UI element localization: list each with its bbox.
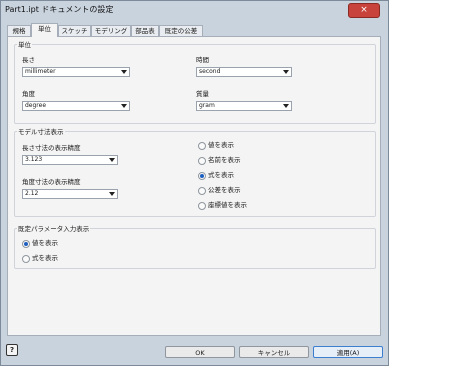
radio-label: 値を表示 [208, 141, 234, 149]
angle-label: 角度 [22, 90, 35, 98]
tab-sketch[interactable]: スケッチ [58, 25, 91, 36]
angular-precision-value: 2.12 [25, 190, 39, 197]
tab-default-tolerance[interactable]: 既定の公差 [159, 25, 203, 36]
radio-dot-selected [198, 172, 206, 180]
document-settings-window: Part1.ipt ドキュメントの設定 × 規格 単位 スケッチ モデリング 部… [0, 0, 389, 366]
apply-button[interactable]: 適用(A) [313, 346, 383, 358]
angle-unit-select[interactable]: degree [22, 101, 130, 111]
chevron-down-icon [283, 70, 289, 74]
radio-label: 値を表示 [32, 239, 58, 247]
units-tab-panel: 単位 長さ millimeter 時間 second 角度 degree 質量 … [7, 36, 381, 336]
radio-label: 座標値を表示 [208, 201, 247, 209]
time-label: 時間 [196, 56, 209, 64]
mass-unit-value: gram [199, 102, 215, 109]
mass-label: 質量 [196, 90, 209, 98]
linear-precision-value: 3.123 [25, 156, 43, 163]
chevron-down-icon [283, 104, 289, 108]
radio-dot [198, 142, 206, 150]
time-unit-value: second [199, 68, 221, 75]
radio-label: 公差を表示 [208, 186, 241, 194]
cancel-button[interactable]: キャンセル [239, 346, 309, 358]
radio-label: 名前を表示 [208, 156, 241, 164]
radio-label: 式を表示 [32, 254, 58, 262]
angular-precision-label: 角度寸法の表示精度 [22, 178, 81, 186]
radio-dot [22, 255, 30, 263]
chevron-down-icon [109, 192, 115, 196]
tab-units[interactable]: 単位 [31, 23, 58, 37]
length-unit-select[interactable]: millimeter [22, 67, 130, 77]
model-dimension-group: モデル寸法表示 [14, 126, 376, 217]
parameter-input-group: 既定パラメータ入力表示 [14, 223, 376, 269]
linear-precision-label: 長さ寸法の表示精度 [22, 144, 81, 152]
time-unit-select[interactable]: second [196, 67, 292, 77]
ok-button[interactable]: OK [165, 346, 235, 358]
mass-unit-select[interactable]: gram [196, 101, 292, 111]
tab-modeling[interactable]: モデリング [91, 25, 131, 36]
radio-dot [198, 157, 206, 165]
title-bar[interactable]: Part1.ipt ドキュメントの設定 × [1, 1, 388, 19]
units-group: 単位 [14, 39, 376, 124]
units-group-legend: 単位 [18, 41, 31, 49]
tab-standard[interactable]: 規格 [7, 25, 31, 36]
window-title: Part1.ipt ドキュメントの設定 [5, 5, 114, 14]
chevron-down-icon [121, 70, 127, 74]
linear-precision-select[interactable]: 3.123 [22, 155, 118, 165]
close-button[interactable]: × [348, 3, 380, 18]
length-unit-value: millimeter [25, 68, 56, 75]
radio-dot [198, 202, 206, 210]
chevron-down-icon [121, 104, 127, 108]
length-label: 長さ [22, 56, 35, 64]
radio-dot-selected [22, 240, 30, 248]
chevron-down-icon [109, 158, 115, 162]
tab-bom[interactable]: 部品表 [131, 25, 159, 36]
angle-unit-value: degree [25, 102, 47, 109]
model-dimension-legend: モデル寸法表示 [18, 128, 64, 136]
radio-label: 式を表示 [208, 171, 234, 179]
radio-dot [198, 187, 206, 195]
help-icon[interactable]: ? [6, 344, 18, 356]
parameter-input-legend: 既定パラメータ入力表示 [18, 225, 90, 233]
angular-precision-select[interactable]: 2.12 [22, 189, 118, 199]
